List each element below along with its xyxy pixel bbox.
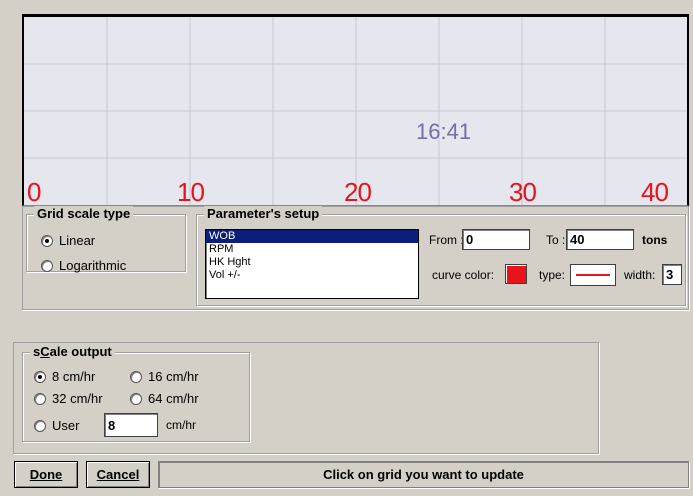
radio-label: Linear [59,233,96,248]
radio-label: User [52,418,80,433]
user-scale-input[interactable]: 8 [104,413,158,437]
parameter-listbox[interactable]: WOB RPM HK Hght Vol +/- [205,229,419,299]
list-item[interactable]: HK Hght [206,256,418,269]
radio-dot [41,259,53,272]
time-label: 16:41 [416,119,472,144]
width-label: width: [624,268,656,282]
done-button[interactable]: Done [14,461,78,488]
grid-scale-type-group: Grid scale type Linear Logarithmic [26,206,186,273]
type-label: type: [539,268,566,282]
list-item[interactable]: WOB [206,230,418,243]
line-type-sample [576,274,610,276]
scale-tick-label: 0 [27,177,42,207]
scale-32-radio[interactable]: 32 cm/hr [34,391,103,406]
scale-64-radio[interactable]: 64 cm/hr [130,391,199,406]
radio-label: 16 cm/hr [148,369,199,384]
to-label: To : [546,233,566,247]
scale-tick-label: 10 [177,177,205,207]
curve-color-swatch[interactable] [505,264,527,284]
line-type-selector[interactable] [570,264,616,286]
radio-label: 8 cm/hr [52,369,96,384]
group-title: sCale output [30,344,115,359]
group-title: Grid scale type [34,206,134,221]
to-input[interactable]: 40 [566,229,634,250]
status-bar: Click on grid you want to update [158,461,689,488]
from-input[interactable]: 0 [462,229,530,250]
radio-label: 64 cm/hr [148,391,199,406]
list-item[interactable]: Vol +/- [206,269,418,282]
radio-dot [130,370,142,383]
scale-tick-label: 40 [641,177,669,207]
scale-8-radio[interactable]: 8 cm/hr [34,369,95,384]
from-label: From : [429,233,464,247]
cancel-button[interactable]: Cancel [86,461,150,488]
scale-user-radio[interactable]: User [34,418,79,433]
radio-dot [34,419,46,432]
time-grid-panel[interactable]: 16:41 0 10 20 30 40 [22,14,689,207]
radio-label: Logarithmic [59,258,127,273]
radio-dot-selected [34,370,46,383]
radio-dot-selected [41,234,53,247]
user-scale-unit-label: cm/hr [166,418,196,432]
radio-dot [130,392,142,405]
logarithmic-radio[interactable]: Logarithmic [41,258,126,273]
unit-label: tons [642,233,668,247]
radio-label: 32 cm/hr [52,391,103,406]
scale-tick-label: 20 [344,177,372,207]
width-input[interactable]: 3 [662,264,682,285]
linear-radio[interactable]: Linear [41,233,95,248]
group-title: Parameter's setup [204,206,323,221]
list-item[interactable]: RPM [206,243,418,256]
scale-tick-label: 30 [509,177,537,207]
curve-color-label: curve color: [432,268,495,282]
scale-16-radio[interactable]: 16 cm/hr [130,369,199,384]
radio-dot [34,392,46,405]
